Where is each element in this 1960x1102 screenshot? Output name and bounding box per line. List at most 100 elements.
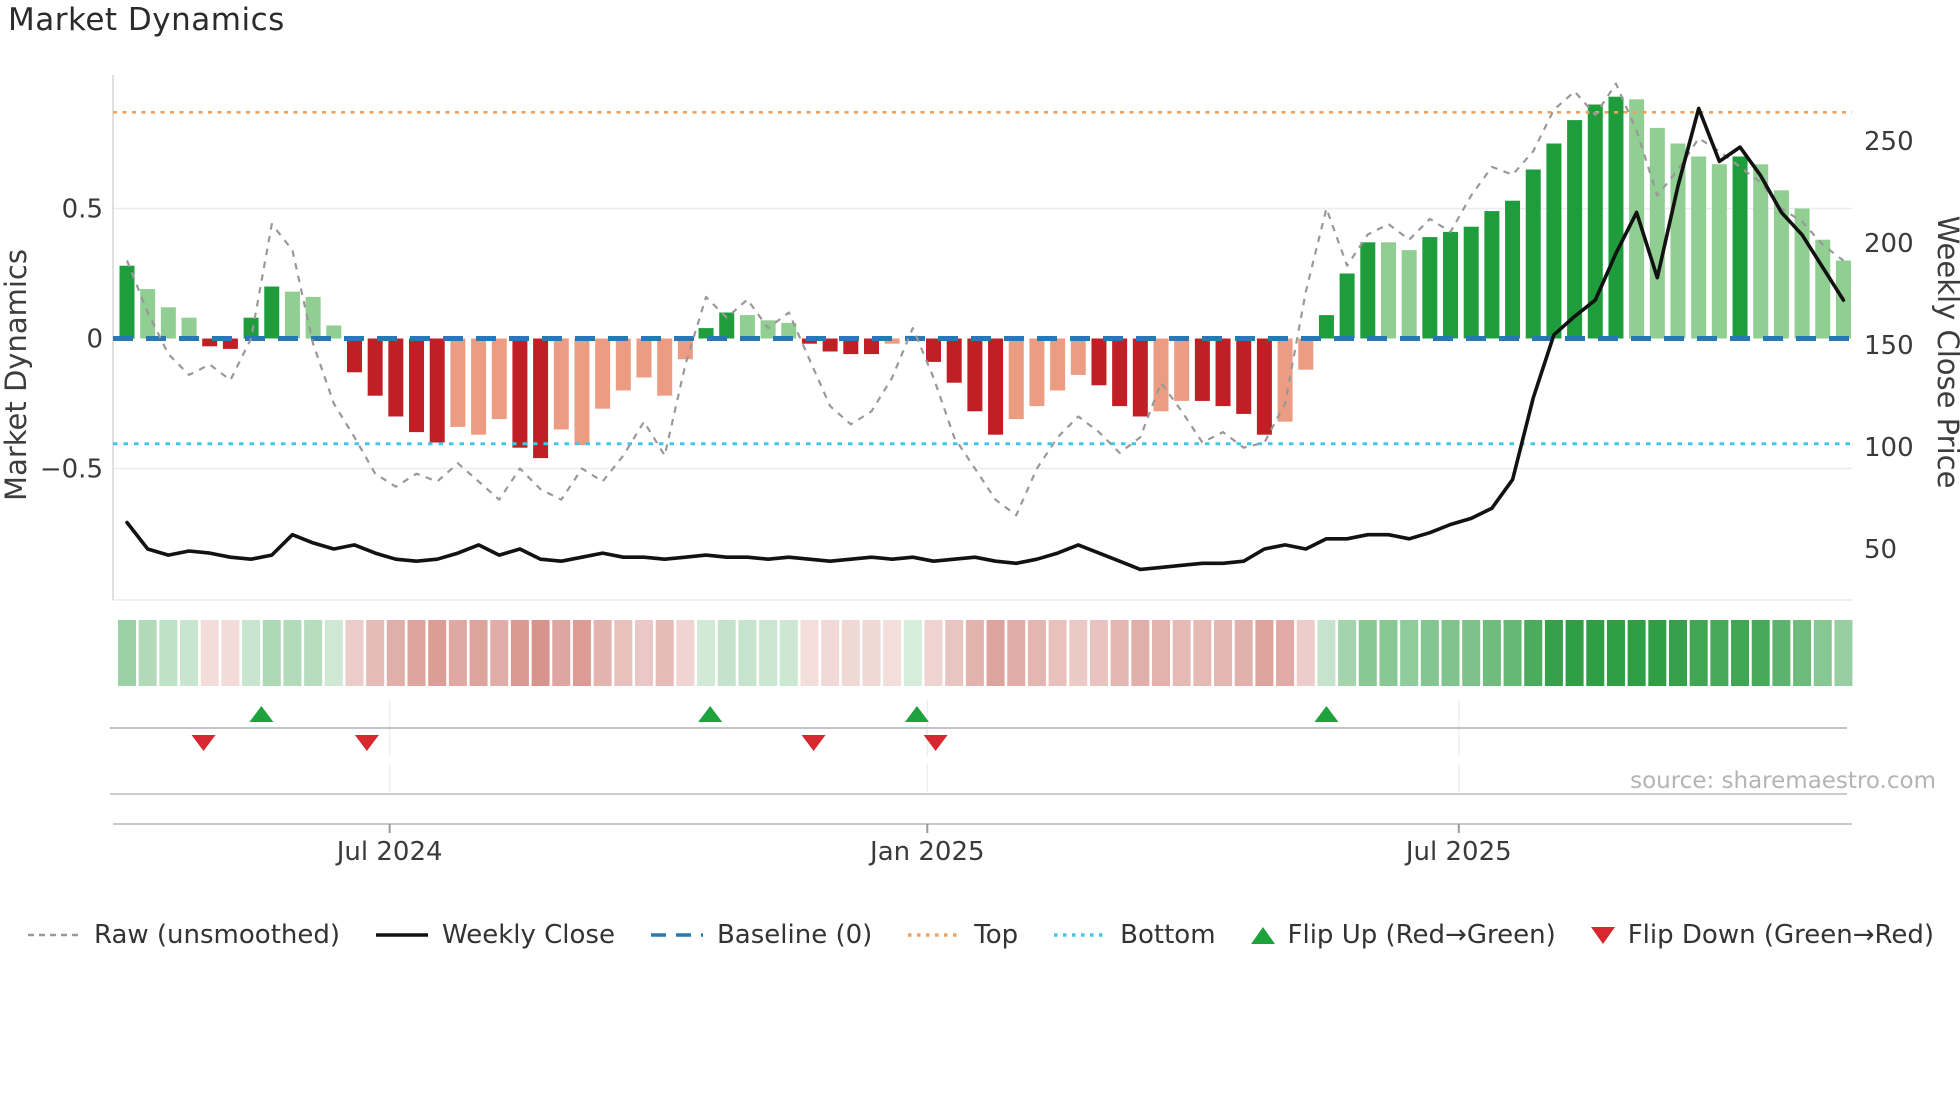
heatmap-cell	[862, 620, 881, 686]
heatmap-cell	[221, 620, 240, 686]
right-tick-label: 100	[1864, 433, 1914, 463]
heatmap-cell	[469, 620, 488, 686]
momentum-bar	[181, 317, 197, 339]
momentum-bar	[409, 338, 425, 433]
momentum-bar	[1463, 226, 1479, 339]
flip-down-marker	[191, 735, 216, 751]
legend-top-icon	[906, 925, 962, 945]
heatmap-cell	[242, 620, 261, 686]
momentum-bar	[1298, 338, 1314, 370]
heatmap-cell	[1089, 620, 1108, 686]
flip-up-marker	[904, 706, 929, 722]
heatmap-cell	[800, 620, 819, 686]
momentum-bar	[1525, 169, 1541, 339]
momentum-bar	[1815, 239, 1831, 339]
heatmap-cell	[1627, 620, 1646, 686]
flip-down-marker	[354, 735, 379, 751]
heatmap-cell	[1731, 620, 1750, 686]
momentum-bar	[760, 320, 776, 339]
heatmap-cell	[821, 620, 840, 686]
heatmap-cell	[903, 620, 922, 686]
heatmap-cell	[945, 620, 964, 686]
momentum-bar	[1711, 164, 1727, 339]
legend-label: Top	[974, 920, 1019, 950]
momentum-bar	[346, 338, 362, 373]
heatmap-cell	[1276, 620, 1295, 686]
heatmap-cell	[717, 620, 736, 686]
heatmap-cell	[759, 620, 778, 686]
legend-baseline-icon	[649, 925, 705, 945]
right-tick-label: 150	[1864, 331, 1914, 361]
heatmap-cell	[510, 620, 529, 686]
legend-label: Raw (unsmoothed)	[93, 920, 341, 950]
momentum-bar	[1318, 315, 1334, 339]
heatmap-cell	[428, 620, 447, 686]
right-axis-title: Weekly Close Price	[1931, 216, 1960, 489]
momentum-bar	[595, 338, 611, 409]
momentum-bar	[284, 291, 300, 339]
momentum-bar	[1608, 96, 1624, 339]
heatmap-cell	[924, 620, 943, 686]
heatmap-cell	[1152, 620, 1170, 686]
momentum-bar	[1008, 338, 1024, 420]
heatmap-cell	[614, 620, 633, 686]
momentum-bar	[615, 338, 631, 391]
legend-flip-down-icon	[1590, 924, 1616, 946]
heatmap-cell	[1751, 620, 1770, 686]
momentum-bar	[967, 338, 983, 412]
left-tick-label: −0.5	[40, 455, 103, 485]
heatmap-cell	[841, 620, 860, 686]
heatmap-cell	[531, 620, 550, 686]
momentum-bar	[429, 338, 445, 443]
momentum-bar	[1070, 338, 1086, 375]
momentum-bar	[450, 338, 466, 427]
heatmap-cell	[552, 620, 571, 686]
heatmap-cell	[1524, 620, 1543, 686]
heatmap-cell	[490, 620, 509, 686]
momentum-bar	[1112, 338, 1128, 407]
momentum-bar	[1360, 242, 1376, 339]
momentum-bar	[1380, 242, 1396, 339]
legend: Raw (unsmoothed) Weekly Close Baseline (0)…	[0, 920, 1960, 950]
momentum-bar	[739, 315, 755, 339]
heatmap-cell	[572, 620, 591, 686]
heatmap-cell	[407, 620, 426, 686]
right-tick-label: 50	[1864, 535, 1897, 565]
momentum-bars	[119, 96, 1851, 459]
heatmap-cell	[1669, 620, 1687, 686]
heatmap-cell	[1193, 620, 1212, 686]
heatmap-cell	[1648, 620, 1667, 686]
heatmap-cell	[386, 620, 405, 686]
flip-marker-rows	[110, 700, 1847, 795]
left-tick-label: 0.5	[62, 195, 103, 225]
heatmap-strip	[118, 620, 1853, 686]
right-tick-label: 200	[1864, 229, 1914, 259]
momentum-bar	[1153, 338, 1169, 412]
momentum-bar	[512, 338, 528, 448]
momentum-bar	[1236, 338, 1252, 414]
momentum-bar	[533, 338, 549, 459]
heatmap-cell	[1606, 620, 1625, 686]
momentum-bar	[160, 307, 176, 339]
heatmap-cell	[1027, 620, 1046, 686]
heatmap-cell	[1565, 620, 1584, 686]
flip-down-marker	[801, 735, 826, 751]
heatmap-cell	[1400, 620, 1419, 686]
heatmap-cell	[1544, 620, 1563, 686]
right-axis: 250 200 150 100 50	[1864, 127, 1914, 565]
x-tick-label: Jan 2025	[868, 837, 985, 867]
heatmap-cell	[1069, 620, 1088, 686]
momentum-bar	[1567, 120, 1583, 339]
heatmap-cell	[1503, 620, 1522, 686]
heatmap-cell	[1131, 620, 1150, 686]
heatmap-cell	[1214, 620, 1233, 686]
heatmap-cell	[676, 620, 695, 686]
heatmap-cell	[1710, 620, 1729, 686]
legend-label: Bottom	[1120, 920, 1216, 950]
legend-weekly-close-icon	[374, 925, 430, 945]
momentum-bar	[243, 317, 259, 339]
heatmap-cell	[345, 620, 364, 686]
x-tick-label: Jul 2024	[335, 837, 443, 867]
heatmap-cell	[200, 620, 219, 686]
left-axis: 0.5 0 −0.5	[40, 195, 103, 485]
